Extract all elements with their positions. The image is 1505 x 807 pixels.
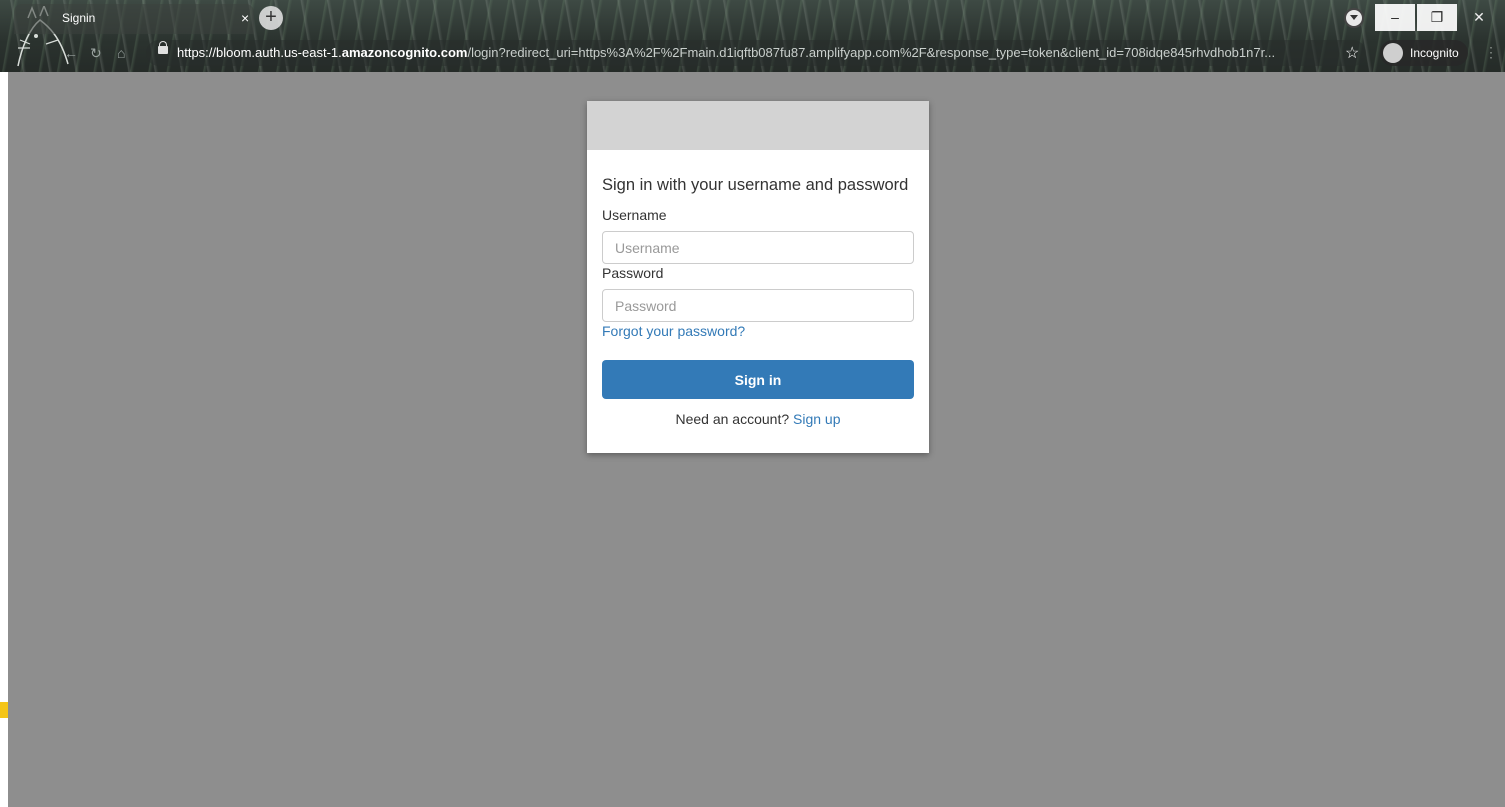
incognito-icon bbox=[1383, 43, 1403, 63]
address-bar[interactable]: https://bloom.auth.us-east-1.amazoncogni… bbox=[146, 40, 1366, 66]
url-host: https://bloom.auth.us-east-1. bbox=[177, 45, 342, 60]
forgot-password-link[interactable]: Forgot your password? bbox=[602, 323, 745, 339]
signin-button[interactable]: Sign in bbox=[602, 360, 914, 399]
new-tab-button[interactable]: + bbox=[259, 6, 283, 30]
maximize-button[interactable]: ❐ bbox=[1417, 4, 1457, 31]
star-icon[interactable]: ☆ bbox=[1345, 43, 1359, 63]
browser-chrome: Signin × + – ❐ ✕ ← ↻ ⌂ https://bloom.aut… bbox=[0, 0, 1505, 72]
close-tab-icon[interactable]: × bbox=[241, 10, 249, 26]
signin-card: Sign in with your username and password … bbox=[587, 101, 929, 453]
username-input[interactable] bbox=[602, 231, 914, 264]
signup-prompt: Need an account? bbox=[675, 411, 790, 427]
password-label: Password bbox=[602, 265, 664, 281]
url-domain: amazoncognito.com bbox=[341, 45, 468, 60]
card-banner bbox=[587, 101, 929, 150]
minimize-button[interactable]: – bbox=[1375, 4, 1415, 31]
signup-row: Need an account? Sign up bbox=[587, 411, 929, 427]
back-icon[interactable]: ← bbox=[64, 45, 78, 61]
url-path: /login?redirect_uri=https%3A%2F%2Fmain.d… bbox=[467, 45, 1276, 60]
incognito-label: Incognito bbox=[1410, 46, 1459, 60]
incognito-badge[interactable]: Incognito bbox=[1380, 40, 1468, 66]
username-label: Username bbox=[602, 207, 667, 223]
home-icon[interactable]: ⌂ bbox=[117, 45, 125, 61]
signup-link[interactable]: Sign up bbox=[793, 411, 840, 427]
refresh-icon[interactable]: ↻ bbox=[90, 45, 102, 62]
left-edge-strip bbox=[0, 72, 8, 807]
menu-icon[interactable]: ⋮ bbox=[1484, 44, 1498, 61]
edge-marker bbox=[0, 702, 8, 718]
lock-icon[interactable] bbox=[158, 41, 168, 54]
signin-heading: Sign in with your username and password bbox=[602, 176, 909, 194]
close-window-button[interactable]: ✕ bbox=[1459, 4, 1499, 31]
tab-signin[interactable]: Signin × bbox=[14, 4, 254, 34]
extension-icon[interactable] bbox=[1344, 8, 1364, 28]
password-input[interactable] bbox=[602, 289, 914, 322]
tab-title: Signin bbox=[62, 11, 96, 25]
url-text[interactable]: https://bloom.auth.us-east-1.amazoncogni… bbox=[177, 45, 1317, 60]
